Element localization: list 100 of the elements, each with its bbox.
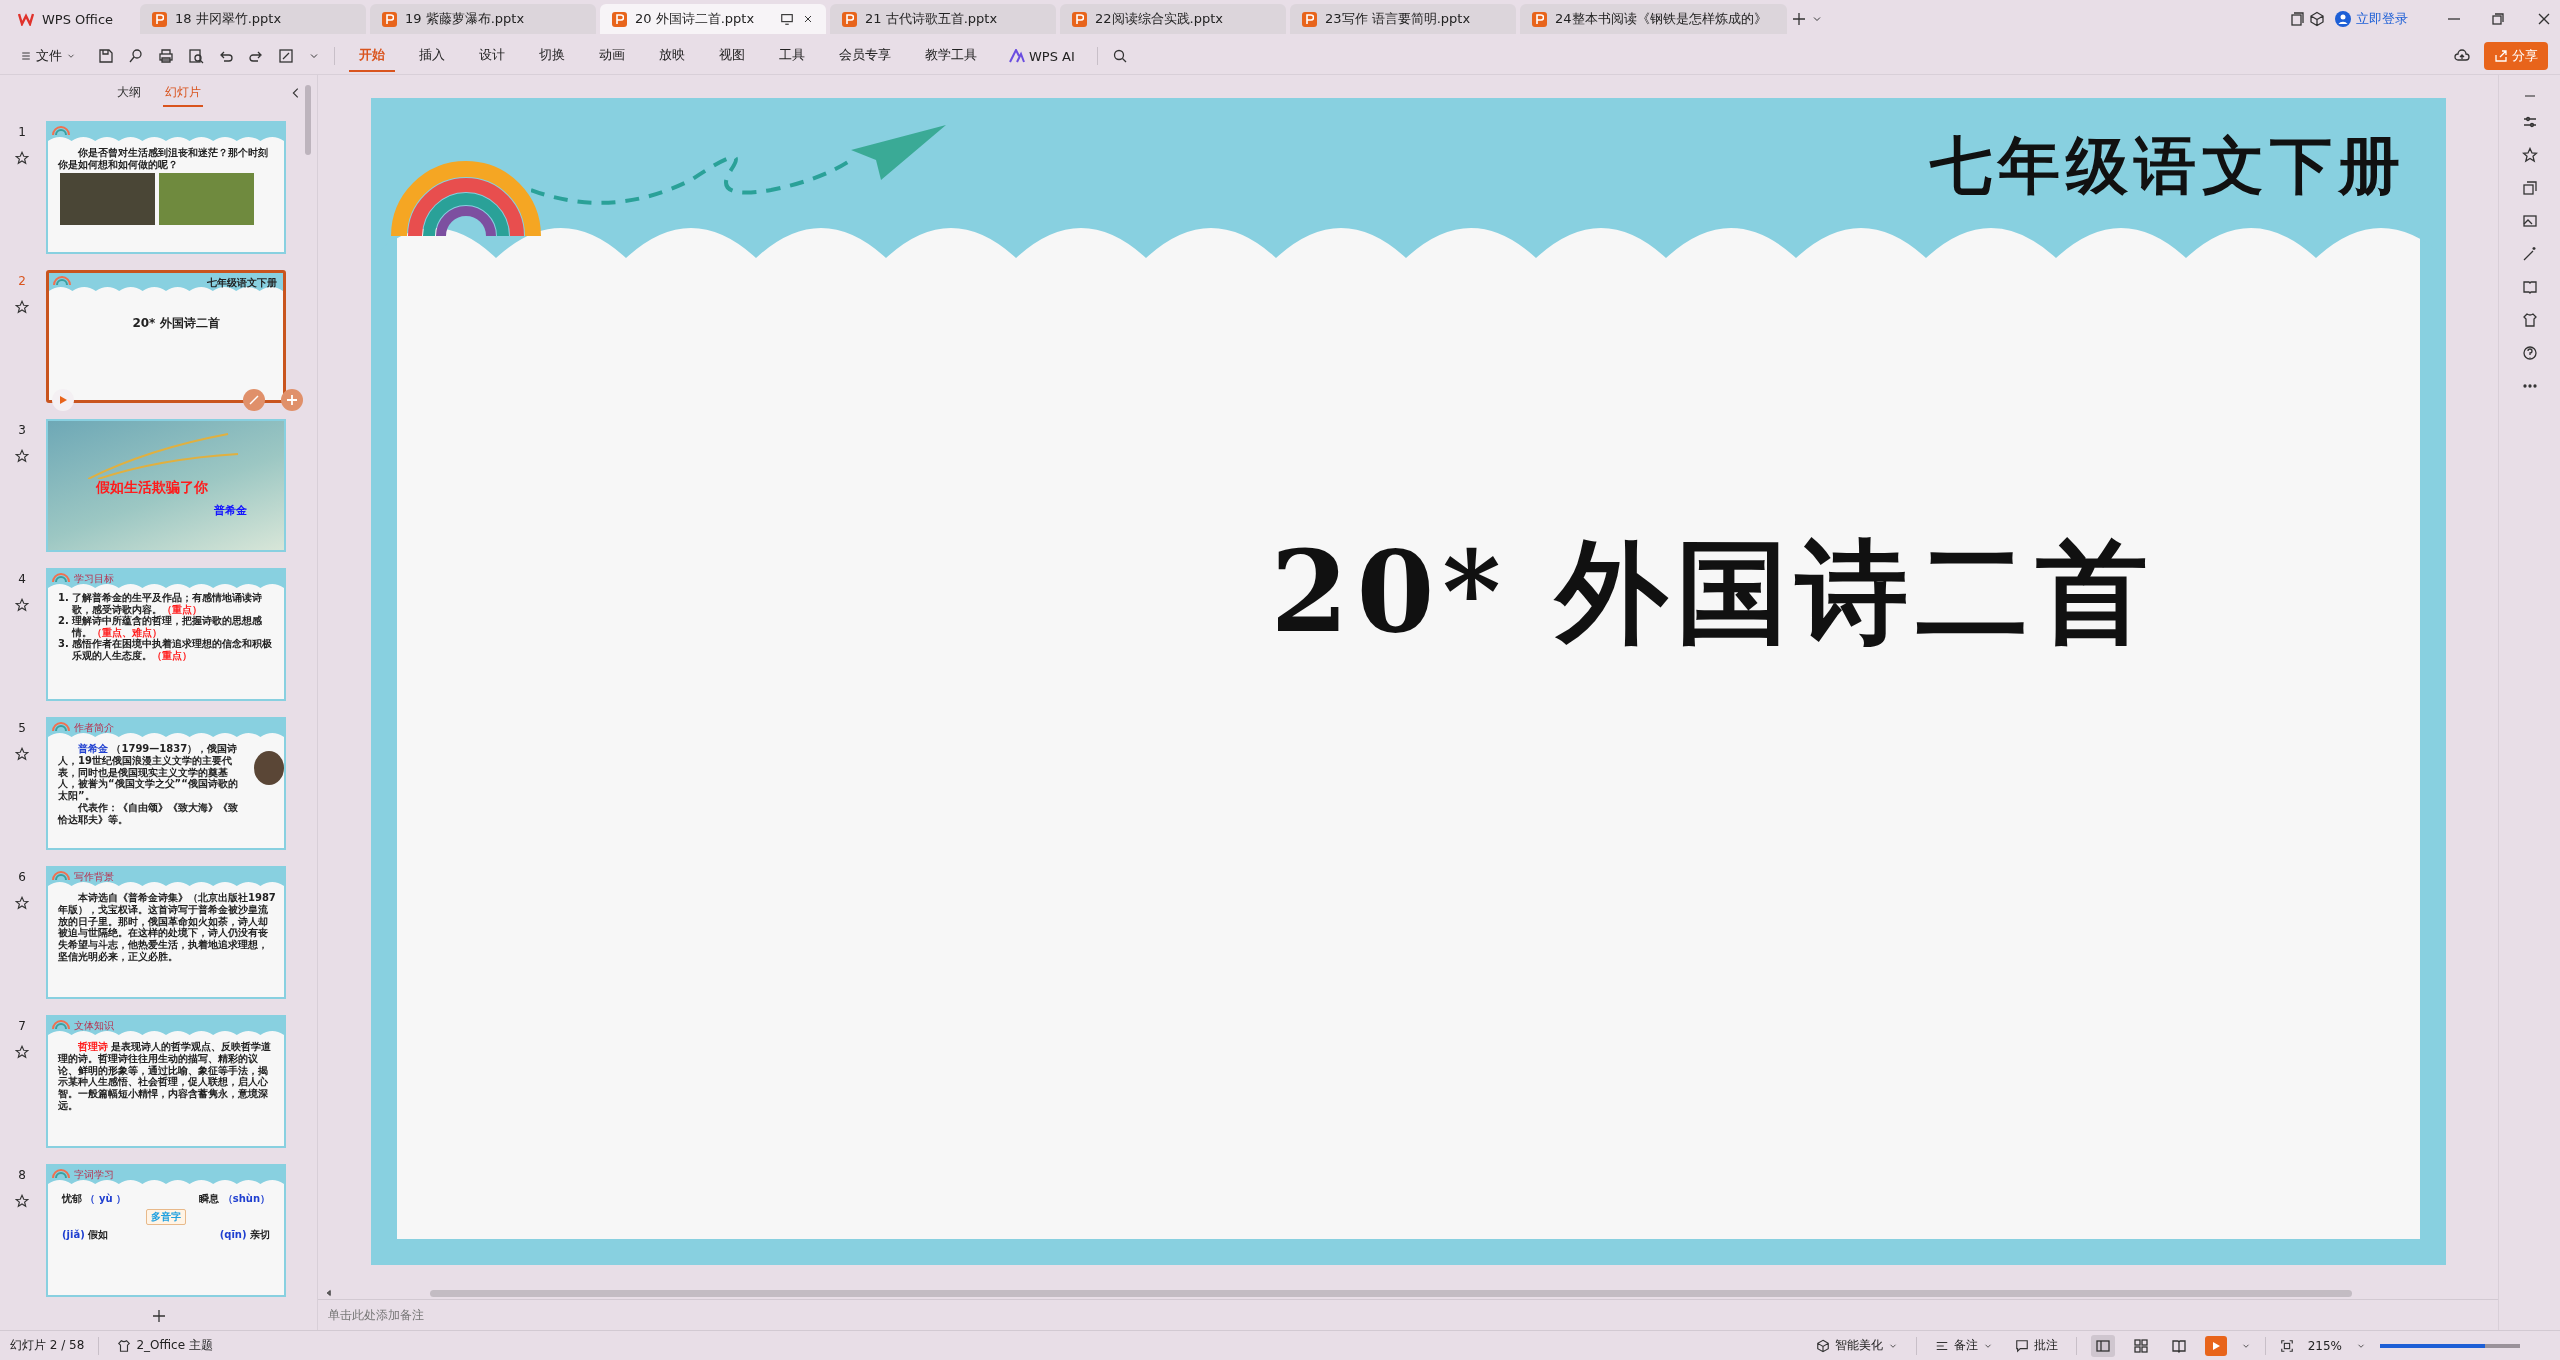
star-icon xyxy=(15,747,29,761)
slide-text: 感悟作者在困境中执着追求理想的信念和积极乐观的人生态度。（重点） xyxy=(71,638,273,661)
comments-button[interactable]: 批注 xyxy=(2010,1334,2062,1357)
star-icon xyxy=(15,151,29,165)
comment-icon xyxy=(2014,1338,2029,1353)
presentation-file-icon xyxy=(1072,11,1087,27)
minimize-icon xyxy=(2448,18,2460,20)
close-icon xyxy=(2536,11,2552,27)
star-icon xyxy=(15,896,29,910)
slide-number: 4 xyxy=(18,572,26,586)
magic-wand-button[interactable] xyxy=(243,389,265,411)
monitor-icon xyxy=(780,12,794,26)
save-icon xyxy=(98,48,114,64)
star-icon xyxy=(2521,147,2538,163)
close-icon xyxy=(802,13,814,25)
rainbow-icon xyxy=(53,275,71,285)
document-tab[interactable]: 24整本书阅读《钢铁是怎样炼成的》 xyxy=(1520,4,1787,34)
book-icon xyxy=(2170,1337,2187,1354)
slide-thumbnail[interactable]: 作者简介 普希金 （1799—1837），俄国诗人，19世纪俄国浪漫主义文学的主要代表，同时也是俄国现实主义文学的奠基人，被誉为“俄国文学之父”“俄国诗歌的太阳”。 代表作：《自由颂》《致大海》《致恰达耶夫》等。 xyxy=(46,717,286,850)
ribbon-tab[interactable]: 设计 xyxy=(469,40,515,72)
login-link[interactable]: 立即登录 xyxy=(2329,9,2414,29)
view-mode-button[interactable] xyxy=(2090,1334,2115,1357)
slide-counter: 幻灯片 2 / 58 xyxy=(10,1337,85,1354)
theme-button[interactable]: 2_Office 主题 xyxy=(113,1334,217,1357)
slide-text: 了解普希金的生平及作品；有感情地诵读诗歌，感受诗歌内容。（重点） xyxy=(71,592,263,615)
slide-title: 20* 外国诗二首 xyxy=(1270,524,2156,659)
plus-icon xyxy=(286,394,298,406)
ribbon-tab[interactable]: 动画 xyxy=(589,40,635,72)
slide-thumbnail[interactable]: 假如生活欺骗了你 普希金 xyxy=(46,419,286,552)
document-tab[interactable]: 20 外国诗二首.pptx xyxy=(600,4,826,34)
ribbon-tab[interactable]: 视图 xyxy=(709,40,755,72)
document-tab[interactable]: 23写作 语言要简明.pptx xyxy=(1290,4,1516,34)
magic-wand-icon xyxy=(248,394,260,406)
slide-thumbnail[interactable]: 学习目标 1. 了解普希金的生平及作品；有感情地诵读诗歌，感受诗歌内容。（重点） 2. 理解诗中所蕴含的哲理，把握诗歌的思想感情。（重点、难点） 3. 感悟作者在困境中执着追求理想的信念和积极乐观的人生态度。（重点） xyxy=(46,568,286,701)
cloud-upload-icon xyxy=(2454,48,2470,64)
ribbon-tab[interactable]: 工具 xyxy=(769,40,815,72)
copy-icon xyxy=(2521,180,2538,196)
play-button[interactable] xyxy=(52,389,74,411)
scrollbar[interactable] xyxy=(430,1289,2352,1297)
ribbon-tab[interactable]: 放映 xyxy=(649,40,695,72)
ribbon-tab[interactable]: 教学工具 xyxy=(915,40,987,72)
shirt-icon xyxy=(117,1338,132,1353)
print-preview-icon xyxy=(188,48,204,64)
format-painter-icon xyxy=(128,48,144,64)
restore-icon xyxy=(2490,11,2506,27)
slide-number: 2 xyxy=(18,274,26,288)
minimize-icon xyxy=(2524,95,2535,97)
scroll-left-icon xyxy=(324,1288,334,1298)
document-tab[interactable]: WPS Office xyxy=(6,4,136,34)
play-icon xyxy=(2210,1340,2221,1351)
slide-title: 假如生活欺骗了你 xyxy=(96,479,208,497)
menu-icon xyxy=(20,50,32,62)
book-icon xyxy=(2521,279,2538,295)
ai-button[interactable]: WPS AI xyxy=(1001,42,1083,70)
help-icon xyxy=(2521,345,2538,361)
cube-icon xyxy=(1815,1338,1830,1353)
rainbow-icon xyxy=(52,870,70,880)
rainbow-icon xyxy=(52,721,70,731)
slideshow-button[interactable] xyxy=(2204,1335,2227,1356)
slide-header: 作者简介 xyxy=(74,721,114,735)
rainbow-icon xyxy=(52,1168,70,1178)
slide-title: 20* 外国诗二首 xyxy=(131,315,221,332)
normal-view-icon xyxy=(2094,1337,2111,1354)
print-icon xyxy=(158,48,174,64)
presentation-file-icon xyxy=(382,11,397,27)
beautify-button[interactable]: 智能美化 xyxy=(1811,1334,1902,1357)
file-menu[interactable]: 文件 xyxy=(12,41,84,71)
ribbon-tab[interactable]: 切换 xyxy=(529,40,575,72)
zoom-level[interactable]: 215% xyxy=(2307,1338,2342,1353)
star-icon xyxy=(15,1045,29,1059)
presentation-file-icon xyxy=(1532,11,1547,27)
slide-number: 3 xyxy=(18,423,26,437)
fit-window-icon xyxy=(2279,1338,2294,1353)
add-button[interactable] xyxy=(281,389,303,411)
author-name: 普希金 xyxy=(214,503,247,518)
plus-icon xyxy=(150,1308,167,1324)
slide-thumbnail[interactable]: 字词学习 忧郁 （ yù ） 瞬息 （shùn） 多音字 (jiǎ) 假如 (qīn) 亲切 xyxy=(46,1164,286,1297)
slide-thumbnail[interactable]: 七年级语文下册 20* 外国诗二首 xyxy=(46,270,286,403)
document-tab[interactable]: 22阅读综合实践.pptx xyxy=(1060,4,1286,34)
zoom-slider[interactable] xyxy=(2380,1343,2520,1348)
vocab-word: (qīn) 亲切 xyxy=(219,1228,270,1242)
scrollbar[interactable] xyxy=(305,85,311,155)
sliders-icon xyxy=(2521,114,2538,130)
document-tab[interactable]: 21 古代诗歌五首.pptx xyxy=(830,4,1056,34)
slide-number: 5 xyxy=(18,721,26,735)
ribbon-tab[interactable]: 会员专享 xyxy=(829,40,901,72)
slide-text: 你是否曾对生活感到沮丧和迷茫？那个时刻你是如何想和如何做的呢？ xyxy=(57,146,269,171)
document-tab[interactable]: 18 井冈翠竹.pptx xyxy=(140,4,366,34)
notes-field[interactable]: 单击此处添加备注 xyxy=(326,1307,730,1323)
slide-thumbnail[interactable]: 文体知识 哲理诗 是表现诗人的哲学观点、反映哲学道理的诗。哲理诗往往用生动的描写、精彩的议论、鲜明的形象等，通过比喻、象征等手法，揭示某种人生感悟、社会哲理，促人联想，启人心智。一般篇幅短小精悍，内容含蓄隽永，意境深远。 xyxy=(46,1015,286,1148)
tag-label: 多音字 xyxy=(146,1209,186,1225)
panel-tab[interactable]: 大纲 xyxy=(114,79,143,107)
document-tab[interactable]: 19 紫藤萝瀑布.pptx xyxy=(370,4,596,34)
slide-text: 理解诗中所蕴含的哲理，把握诗歌的思想感情。（重点、难点） xyxy=(71,615,262,638)
list-number: 1. xyxy=(58,592,69,605)
list-number: 3. xyxy=(58,638,69,651)
slide-thumbnail[interactable]: 你是否曾对生活感到沮丧和迷茫？那个时刻你是如何想和如何做的呢？ xyxy=(46,121,286,254)
ribbon-tab[interactable]: 插入 xyxy=(409,40,455,72)
slide-thumbnail[interactable]: 写作背景 本诗选自《普希金诗集》（北京出版社1987年版），戈宝权译。这首诗写于普希金被沙皇流放的日子里。那时，俄国革命如火如荼，诗人却被迫与世隔绝。在这样的处境下，诗人仍没有丧失希望与斗志，他热爱生活，执着地追求理想，坚信光明必来，正义必胜。 xyxy=(46,866,286,999)
notes-button[interactable]: 备注 xyxy=(1930,1334,1997,1357)
